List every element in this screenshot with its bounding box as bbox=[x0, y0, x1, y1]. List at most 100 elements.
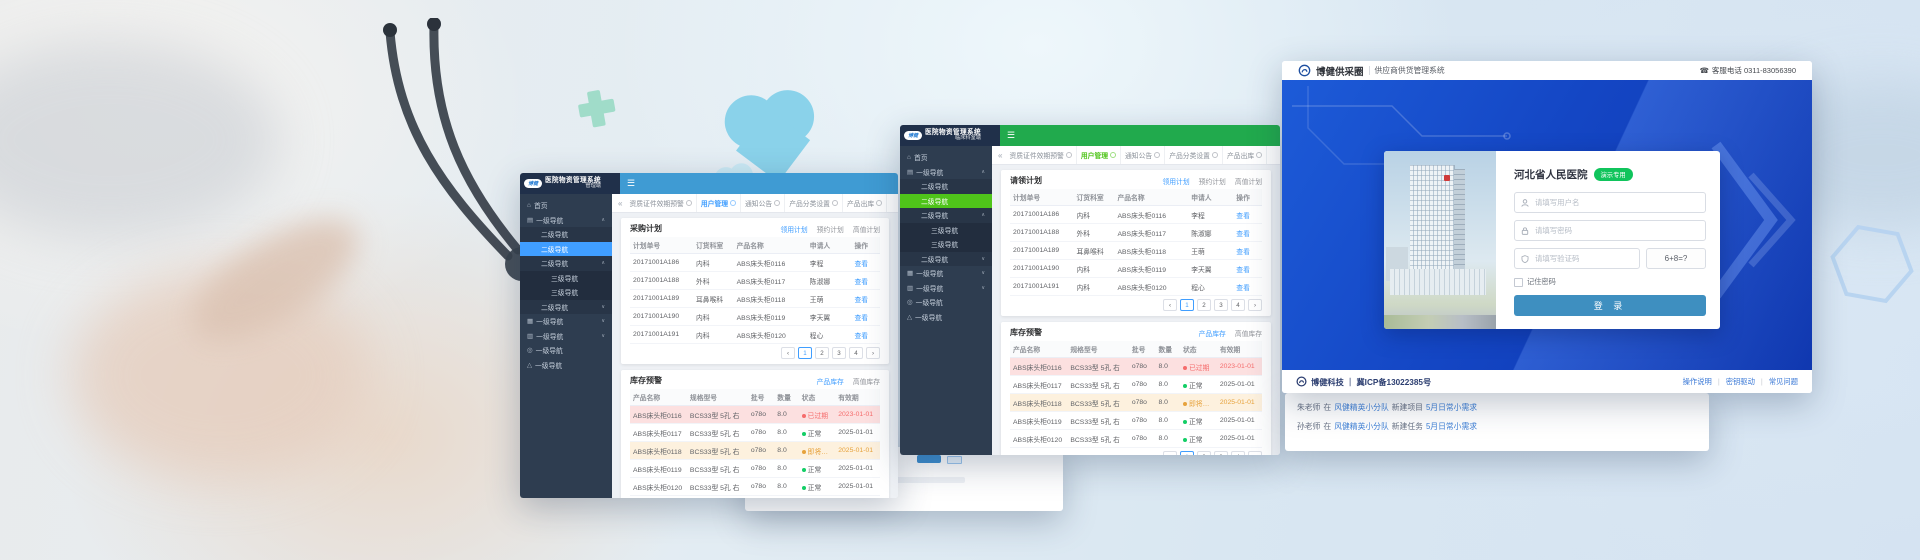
page-1[interactable]: 1 bbox=[1180, 451, 1194, 455]
card-link-产品库存[interactable]: 产品库存 bbox=[1199, 328, 1226, 338]
footer-link-keydriver[interactable]: 密钥驱动 bbox=[1726, 377, 1755, 387]
login-button[interactable]: 登 录 bbox=[1514, 295, 1706, 316]
tab-close-icon[interactable] bbox=[774, 200, 780, 206]
tab-close-icon[interactable] bbox=[876, 200, 882, 206]
sidebar-item-二级导航[interactable]: 二级导航 bbox=[520, 227, 612, 242]
card-link-高值计划[interactable]: 高值计划 bbox=[1235, 176, 1262, 186]
tab-close-icon[interactable] bbox=[1066, 152, 1072, 158]
sidebar-item-二级导航[interactable]: 二级导航∧ bbox=[520, 256, 612, 271]
card-link-预约计划[interactable]: 预约计划 bbox=[1199, 176, 1226, 186]
sidebar-item-一级导航[interactable]: ▥一级导航∨ bbox=[520, 329, 612, 344]
fragment-outline-chip[interactable] bbox=[947, 456, 962, 464]
menu-toggle-icon[interactable]: ☰ bbox=[627, 178, 635, 189]
tab-close-icon[interactable] bbox=[832, 200, 838, 206]
sidebar-item-二级导航[interactable]: 二级导航 bbox=[900, 179, 992, 194]
remember-checkbox[interactable] bbox=[1514, 278, 1523, 287]
view-link[interactable]: 查看 bbox=[1236, 249, 1250, 256]
sidebar-item-二级导航[interactable]: 二级导航 bbox=[520, 242, 612, 257]
tab-close-icon[interactable] bbox=[686, 200, 692, 206]
sidebar-item-二级导航[interactable]: 二级导航∧ bbox=[900, 208, 992, 223]
page-‹[interactable]: ‹ bbox=[781, 347, 795, 359]
page-2[interactable]: 2 bbox=[1197, 451, 1211, 455]
captcha-input[interactable] bbox=[1533, 253, 1633, 264]
collapse-tabs-icon[interactable]: « bbox=[618, 199, 622, 208]
view-link[interactable]: 查看 bbox=[855, 279, 869, 286]
tab-close-icon[interactable] bbox=[1154, 152, 1160, 158]
password-input[interactable] bbox=[1533, 225, 1699, 236]
page-3[interactable]: 3 bbox=[832, 347, 846, 359]
sidebar-item-三级导航[interactable]: 三级导航 bbox=[520, 285, 612, 300]
tab-资质证件效期预警[interactable]: 资质证件效期预警 bbox=[1005, 146, 1076, 164]
sidebar-item-一级导航[interactable]: △一级导航 bbox=[520, 358, 612, 373]
tab-close-icon[interactable] bbox=[1212, 152, 1218, 158]
card-link-领用计划[interactable]: 领用计划 bbox=[1162, 176, 1189, 186]
card-link-高值库存[interactable]: 高值库存 bbox=[1235, 328, 1262, 338]
card-link-高值计划[interactable]: 高值计划 bbox=[853, 224, 880, 234]
card-link-产品库存[interactable]: 产品库存 bbox=[817, 376, 844, 386]
page-4[interactable]: 4 bbox=[1231, 299, 1245, 311]
sidebar-item-首页[interactable]: ⌂首页 bbox=[900, 150, 992, 165]
card-link-领用计划[interactable]: 领用计划 bbox=[780, 224, 807, 234]
sidebar-item-首页[interactable]: ⌂首页 bbox=[520, 198, 612, 213]
sidebar-item-一级导航[interactable]: ▤一级导航∧ bbox=[520, 213, 612, 228]
sidebar-item-一级导航[interactable]: △一级导航 bbox=[900, 310, 992, 325]
tab-用户管理[interactable]: 用户管理 bbox=[697, 194, 741, 212]
tab-资质证件效期预警[interactable]: 资质证件效期预警 bbox=[625, 194, 696, 212]
page-3[interactable]: 3 bbox=[1214, 451, 1228, 455]
captcha-code[interactable]: 6+8=? bbox=[1646, 248, 1706, 269]
collapse-tabs-icon[interactable]: « bbox=[998, 151, 1002, 160]
sidebar-item-三级导航[interactable]: 三级导航 bbox=[520, 271, 612, 286]
feed-team-link[interactable]: 风健精英小分队 bbox=[1334, 421, 1389, 432]
username-input[interactable] bbox=[1533, 197, 1699, 208]
tab-close-icon[interactable] bbox=[730, 200, 736, 206]
sidebar-item-一级导航[interactable]: ▦一级导航∨ bbox=[520, 314, 612, 329]
page-‹[interactable]: ‹ bbox=[1163, 451, 1177, 455]
sidebar-item-一级导航[interactable]: ▤一级导航∧ bbox=[900, 165, 992, 180]
tab-产品出库[interactable]: 产品出库 bbox=[1223, 146, 1267, 164]
fragment-blue-chip[interactable] bbox=[917, 455, 941, 463]
feed-project-link[interactable]: 5月日常小需求 bbox=[1426, 402, 1477, 413]
page-›[interactable]: › bbox=[866, 347, 880, 359]
page-1[interactable]: 1 bbox=[798, 347, 812, 359]
footer-link-faq[interactable]: 常见问题 bbox=[1769, 377, 1798, 387]
tab-通知公告[interactable]: 通知公告 bbox=[1121, 146, 1165, 164]
view-link[interactable]: 查看 bbox=[1236, 285, 1250, 292]
view-link[interactable]: 查看 bbox=[855, 315, 869, 322]
page-›[interactable]: › bbox=[1248, 451, 1262, 455]
sidebar-item-一级导航[interactable]: ▥一级导航∨ bbox=[900, 281, 992, 296]
feed-team-link[interactable]: 风健精英小分队 bbox=[1334, 402, 1389, 413]
view-link[interactable]: 查看 bbox=[855, 333, 869, 340]
menu-toggle-icon[interactable]: ☰ bbox=[1007, 130, 1015, 141]
sidebar-item-三级导航[interactable]: 三级导航 bbox=[900, 237, 992, 252]
page-4[interactable]: 4 bbox=[849, 347, 863, 359]
page-‹[interactable]: ‹ bbox=[1163, 299, 1177, 311]
view-link[interactable]: 查看 bbox=[855, 261, 869, 268]
page-1[interactable]: 1 bbox=[1180, 299, 1194, 311]
sidebar-item-三级导航[interactable]: 三级导航 bbox=[900, 223, 992, 238]
tab-用户管理[interactable]: 用户管理 bbox=[1077, 146, 1121, 164]
sidebar-item-一级导航[interactable]: ◎一级导航 bbox=[520, 343, 612, 358]
page-4[interactable]: 4 bbox=[1231, 451, 1245, 455]
tab-close-icon[interactable] bbox=[1256, 152, 1262, 158]
view-link[interactable]: 查看 bbox=[1236, 267, 1250, 274]
view-link[interactable]: 查看 bbox=[1236, 231, 1250, 238]
page-2[interactable]: 2 bbox=[1197, 299, 1211, 311]
page-›[interactable]: › bbox=[1248, 299, 1262, 311]
sidebar-item-二级导航[interactable]: 二级导航∨ bbox=[520, 300, 612, 315]
sidebar-item-二级导航[interactable]: 二级导航∨ bbox=[900, 252, 992, 267]
feed-project-link[interactable]: 5月日常小需求 bbox=[1426, 421, 1477, 432]
page-2[interactable]: 2 bbox=[815, 347, 829, 359]
card-link-预约计划[interactable]: 预约计划 bbox=[817, 224, 844, 234]
view-link[interactable]: 查看 bbox=[855, 297, 869, 304]
footer-link-manual[interactable]: 操作说明 bbox=[1683, 377, 1712, 387]
tab-产品分类设置[interactable]: 产品分类设置 bbox=[785, 194, 843, 212]
view-link[interactable]: 查看 bbox=[1236, 213, 1250, 220]
sidebar-item-一级导航[interactable]: ▦一级导航∨ bbox=[900, 266, 992, 281]
tab-close-icon[interactable] bbox=[1110, 152, 1116, 158]
page-3[interactable]: 3 bbox=[1214, 299, 1228, 311]
tab-产品分类设置[interactable]: 产品分类设置 bbox=[1165, 146, 1223, 164]
tab-产品出库[interactable]: 产品出库 bbox=[843, 194, 887, 212]
sidebar-item-一级导航[interactable]: ◎一级导航 bbox=[900, 295, 992, 310]
tab-通知公告[interactable]: 通知公告 bbox=[741, 194, 785, 212]
sidebar-item-二级导航[interactable]: 二级导航 bbox=[900, 194, 992, 209]
